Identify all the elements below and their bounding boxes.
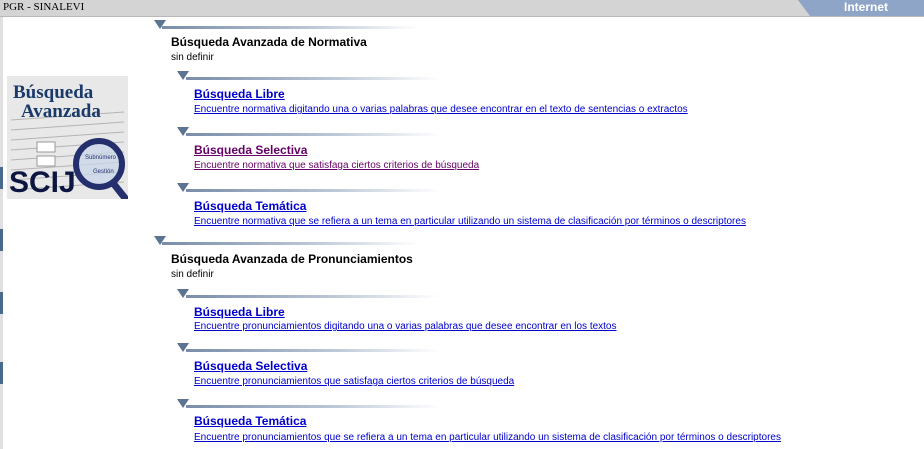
edge-mark (0, 229, 3, 251)
pronunciamientos-busqueda-tematica-link[interactable]: Búsqueda Temática (194, 414, 306, 428)
section-subtitle-normativa: sin definir (171, 52, 214, 63)
item-divider (186, 295, 440, 298)
pronunciamientos-busqueda-selectiva-desc[interactable]: Encuentre pronunciamientos que satisfaga… (194, 376, 514, 387)
item-divider (186, 189, 440, 192)
pronunciamientos-busqueda-selectiva-link[interactable]: Búsqueda Selectiva (194, 359, 307, 373)
window-title: PGR - SINALEVI (3, 1, 85, 13)
pronunciamientos-busqueda-libre-link[interactable]: Búsqueda Libre (194, 305, 285, 319)
pronunciamientos-busqueda-tematica-desc[interactable]: Encuentre pronunciamientos que se refier… (194, 432, 781, 443)
normativa-busqueda-libre-link[interactable]: Búsqueda Libre (194, 87, 285, 101)
edge-mark (0, 362, 3, 384)
section-title-normativa: Búsqueda Avanzada de Normativa (171, 35, 367, 49)
busqueda-avanzada-logo: Búsqueda Avanzada Subnúmero Gestión SCIJ (7, 76, 128, 199)
item-divider (186, 77, 440, 80)
normativa-busqueda-tematica-desc[interactable]: Encuentre normativa que se refiera a un … (194, 216, 746, 227)
window-titlebar: PGR - SINALEVI Internet (0, 0, 924, 17)
section-title-pronunciamientos: Búsqueda Avanzada de Pronunciamientos (171, 252, 413, 266)
section-subtitle-pronunciamientos: sin definir (171, 269, 214, 280)
edge-mark (0, 167, 3, 189)
logo-brand: SCIJ (9, 166, 76, 199)
logo-line1: Búsqueda (13, 82, 94, 103)
item-divider (186, 405, 440, 408)
logo-subtext1: Subnúmero (85, 155, 117, 161)
edge-mark (0, 292, 3, 314)
normativa-busqueda-selectiva-link[interactable]: Búsqueda Selectiva (194, 143, 307, 157)
section-divider (162, 242, 420, 245)
logo-subtext2: Gestión (93, 169, 114, 175)
section-divider (162, 26, 420, 29)
pronunciamientos-busqueda-libre-desc[interactable]: Encuentre pronunciamientos digitando una… (194, 321, 617, 332)
item-divider (186, 133, 440, 136)
left-edge-strip (0, 17, 3, 449)
logo-line2: Avanzada (21, 101, 101, 122)
normativa-busqueda-libre-desc[interactable]: Encuentre normativa digitando una o vari… (194, 104, 688, 115)
item-divider (186, 349, 440, 352)
normativa-busqueda-tematica-link[interactable]: Búsqueda Temática (194, 199, 306, 213)
security-zone-label: Internet (843, 0, 888, 14)
normativa-busqueda-selectiva-desc[interactable]: Encuentre normativa que satisfaga cierto… (194, 160, 479, 171)
